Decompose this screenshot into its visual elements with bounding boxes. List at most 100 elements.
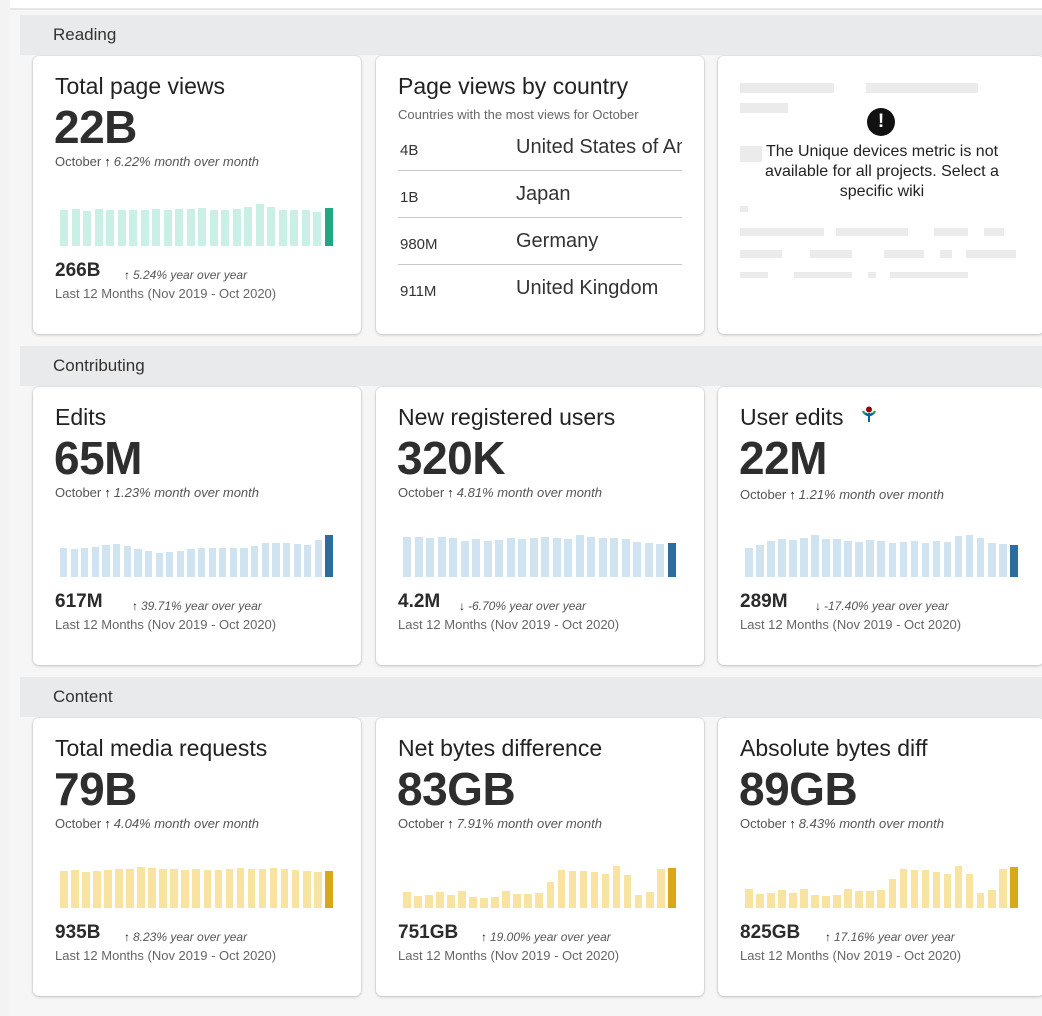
bar[interactable]	[965, 873, 974, 908]
bar[interactable]	[943, 873, 952, 908]
bar[interactable]	[541, 536, 550, 577]
bar[interactable]	[203, 870, 212, 908]
bar[interactable]	[148, 867, 156, 908]
bar[interactable]	[866, 540, 875, 577]
bar[interactable]	[506, 538, 515, 577]
bar[interactable]	[314, 540, 322, 577]
bar[interactable]	[240, 547, 248, 577]
bar[interactable]	[208, 547, 216, 577]
bar[interactable]	[414, 896, 422, 908]
bar[interactable]	[209, 209, 218, 246]
bar[interactable]	[610, 538, 619, 577]
bar[interactable]	[293, 544, 301, 577]
bar[interactable]	[152, 209, 161, 246]
bar[interactable]	[176, 550, 184, 577]
bar[interactable]	[568, 871, 577, 908]
bar[interactable]	[656, 544, 665, 577]
bar[interactable]	[778, 889, 786, 908]
bar[interactable]	[225, 868, 234, 908]
bar[interactable]	[219, 547, 227, 577]
bar[interactable]	[987, 543, 996, 577]
card-edits[interactable]: Edits 65M October ↑ 1.23% month over month…	[33, 387, 361, 665]
bar[interactable]	[855, 541, 864, 577]
bar[interactable]	[998, 868, 1007, 908]
bar[interactable]	[102, 545, 110, 577]
bar[interactable]	[529, 537, 538, 577]
bar[interactable]	[855, 891, 864, 908]
bar[interactable]	[590, 871, 599, 908]
country-row[interactable]: 1B Japan	[398, 171, 682, 218]
bar[interactable]	[113, 544, 121, 577]
bar[interactable]	[117, 209, 126, 246]
bar[interactable]	[159, 868, 167, 908]
bar[interactable]	[236, 867, 245, 908]
bar[interactable]	[269, 867, 278, 908]
bar[interactable]	[449, 538, 458, 577]
bar[interactable]	[789, 892, 797, 908]
bar[interactable]	[115, 869, 123, 908]
bar-current-month[interactable]	[667, 867, 676, 908]
bar-chart[interactable]	[60, 184, 336, 246]
bar[interactable]	[272, 542, 280, 577]
bar[interactable]	[170, 869, 179, 908]
bar[interactable]	[137, 866, 145, 908]
bar[interactable]	[244, 206, 253, 246]
bar[interactable]	[844, 888, 852, 908]
bar[interactable]	[71, 870, 79, 908]
bar[interactable]	[564, 539, 573, 577]
bar[interactable]	[932, 540, 941, 577]
bar[interactable]	[601, 873, 610, 908]
bar[interactable]	[822, 896, 830, 908]
bar[interactable]	[414, 536, 423, 577]
bar[interactable]	[921, 542, 930, 577]
bar-current-month[interactable]	[324, 871, 333, 908]
bar[interactable]	[70, 549, 78, 577]
bar[interactable]	[83, 210, 92, 246]
bar[interactable]	[129, 210, 138, 246]
bar[interactable]	[954, 535, 963, 577]
bar[interactable]	[756, 545, 764, 577]
bar-chart[interactable]	[745, 846, 1021, 908]
bar[interactable]	[198, 208, 207, 246]
bar[interactable]	[998, 544, 1007, 577]
bar[interactable]	[866, 891, 875, 908]
bar[interactable]	[187, 549, 195, 577]
bar[interactable]	[513, 893, 522, 908]
bar[interactable]	[877, 890, 886, 908]
bar[interactable]	[756, 893, 764, 908]
bar[interactable]	[552, 538, 561, 577]
bar[interactable]	[976, 537, 985, 577]
bar[interactable]	[247, 869, 256, 908]
card-page-views-by-country[interactable]: Page views by country Countries with the…	[376, 56, 704, 334]
bar[interactable]	[134, 549, 142, 577]
bar[interactable]	[469, 897, 477, 908]
bar[interactable]	[921, 870, 930, 908]
bar[interactable]	[144, 550, 153, 577]
bar[interactable]	[483, 540, 492, 577]
bar[interactable]	[60, 871, 68, 908]
bar[interactable]	[278, 209, 287, 246]
bar[interactable]	[403, 536, 412, 577]
bar[interactable]	[93, 871, 101, 908]
bar-current-month[interactable]	[1009, 866, 1018, 908]
bar[interactable]	[778, 539, 786, 577]
bar[interactable]	[140, 209, 149, 246]
bar[interactable]	[166, 551, 174, 577]
bar[interactable]	[155, 552, 163, 577]
bar[interactable]	[104, 870, 112, 908]
bar[interactable]	[82, 871, 90, 908]
bar[interactable]	[251, 546, 259, 577]
bar[interactable]	[612, 866, 621, 908]
bar[interactable]	[621, 539, 630, 577]
bar[interactable]	[313, 211, 322, 246]
bar[interactable]	[811, 535, 819, 577]
bar[interactable]	[458, 891, 466, 908]
bar[interactable]	[645, 892, 654, 908]
bar[interactable]	[844, 540, 852, 577]
bar[interactable]	[899, 869, 908, 908]
bar[interactable]	[255, 204, 264, 246]
bar-current-month[interactable]	[325, 535, 333, 577]
bar[interactable]	[123, 546, 131, 577]
bar[interactable]	[472, 539, 481, 577]
bar[interactable]	[302, 871, 311, 908]
